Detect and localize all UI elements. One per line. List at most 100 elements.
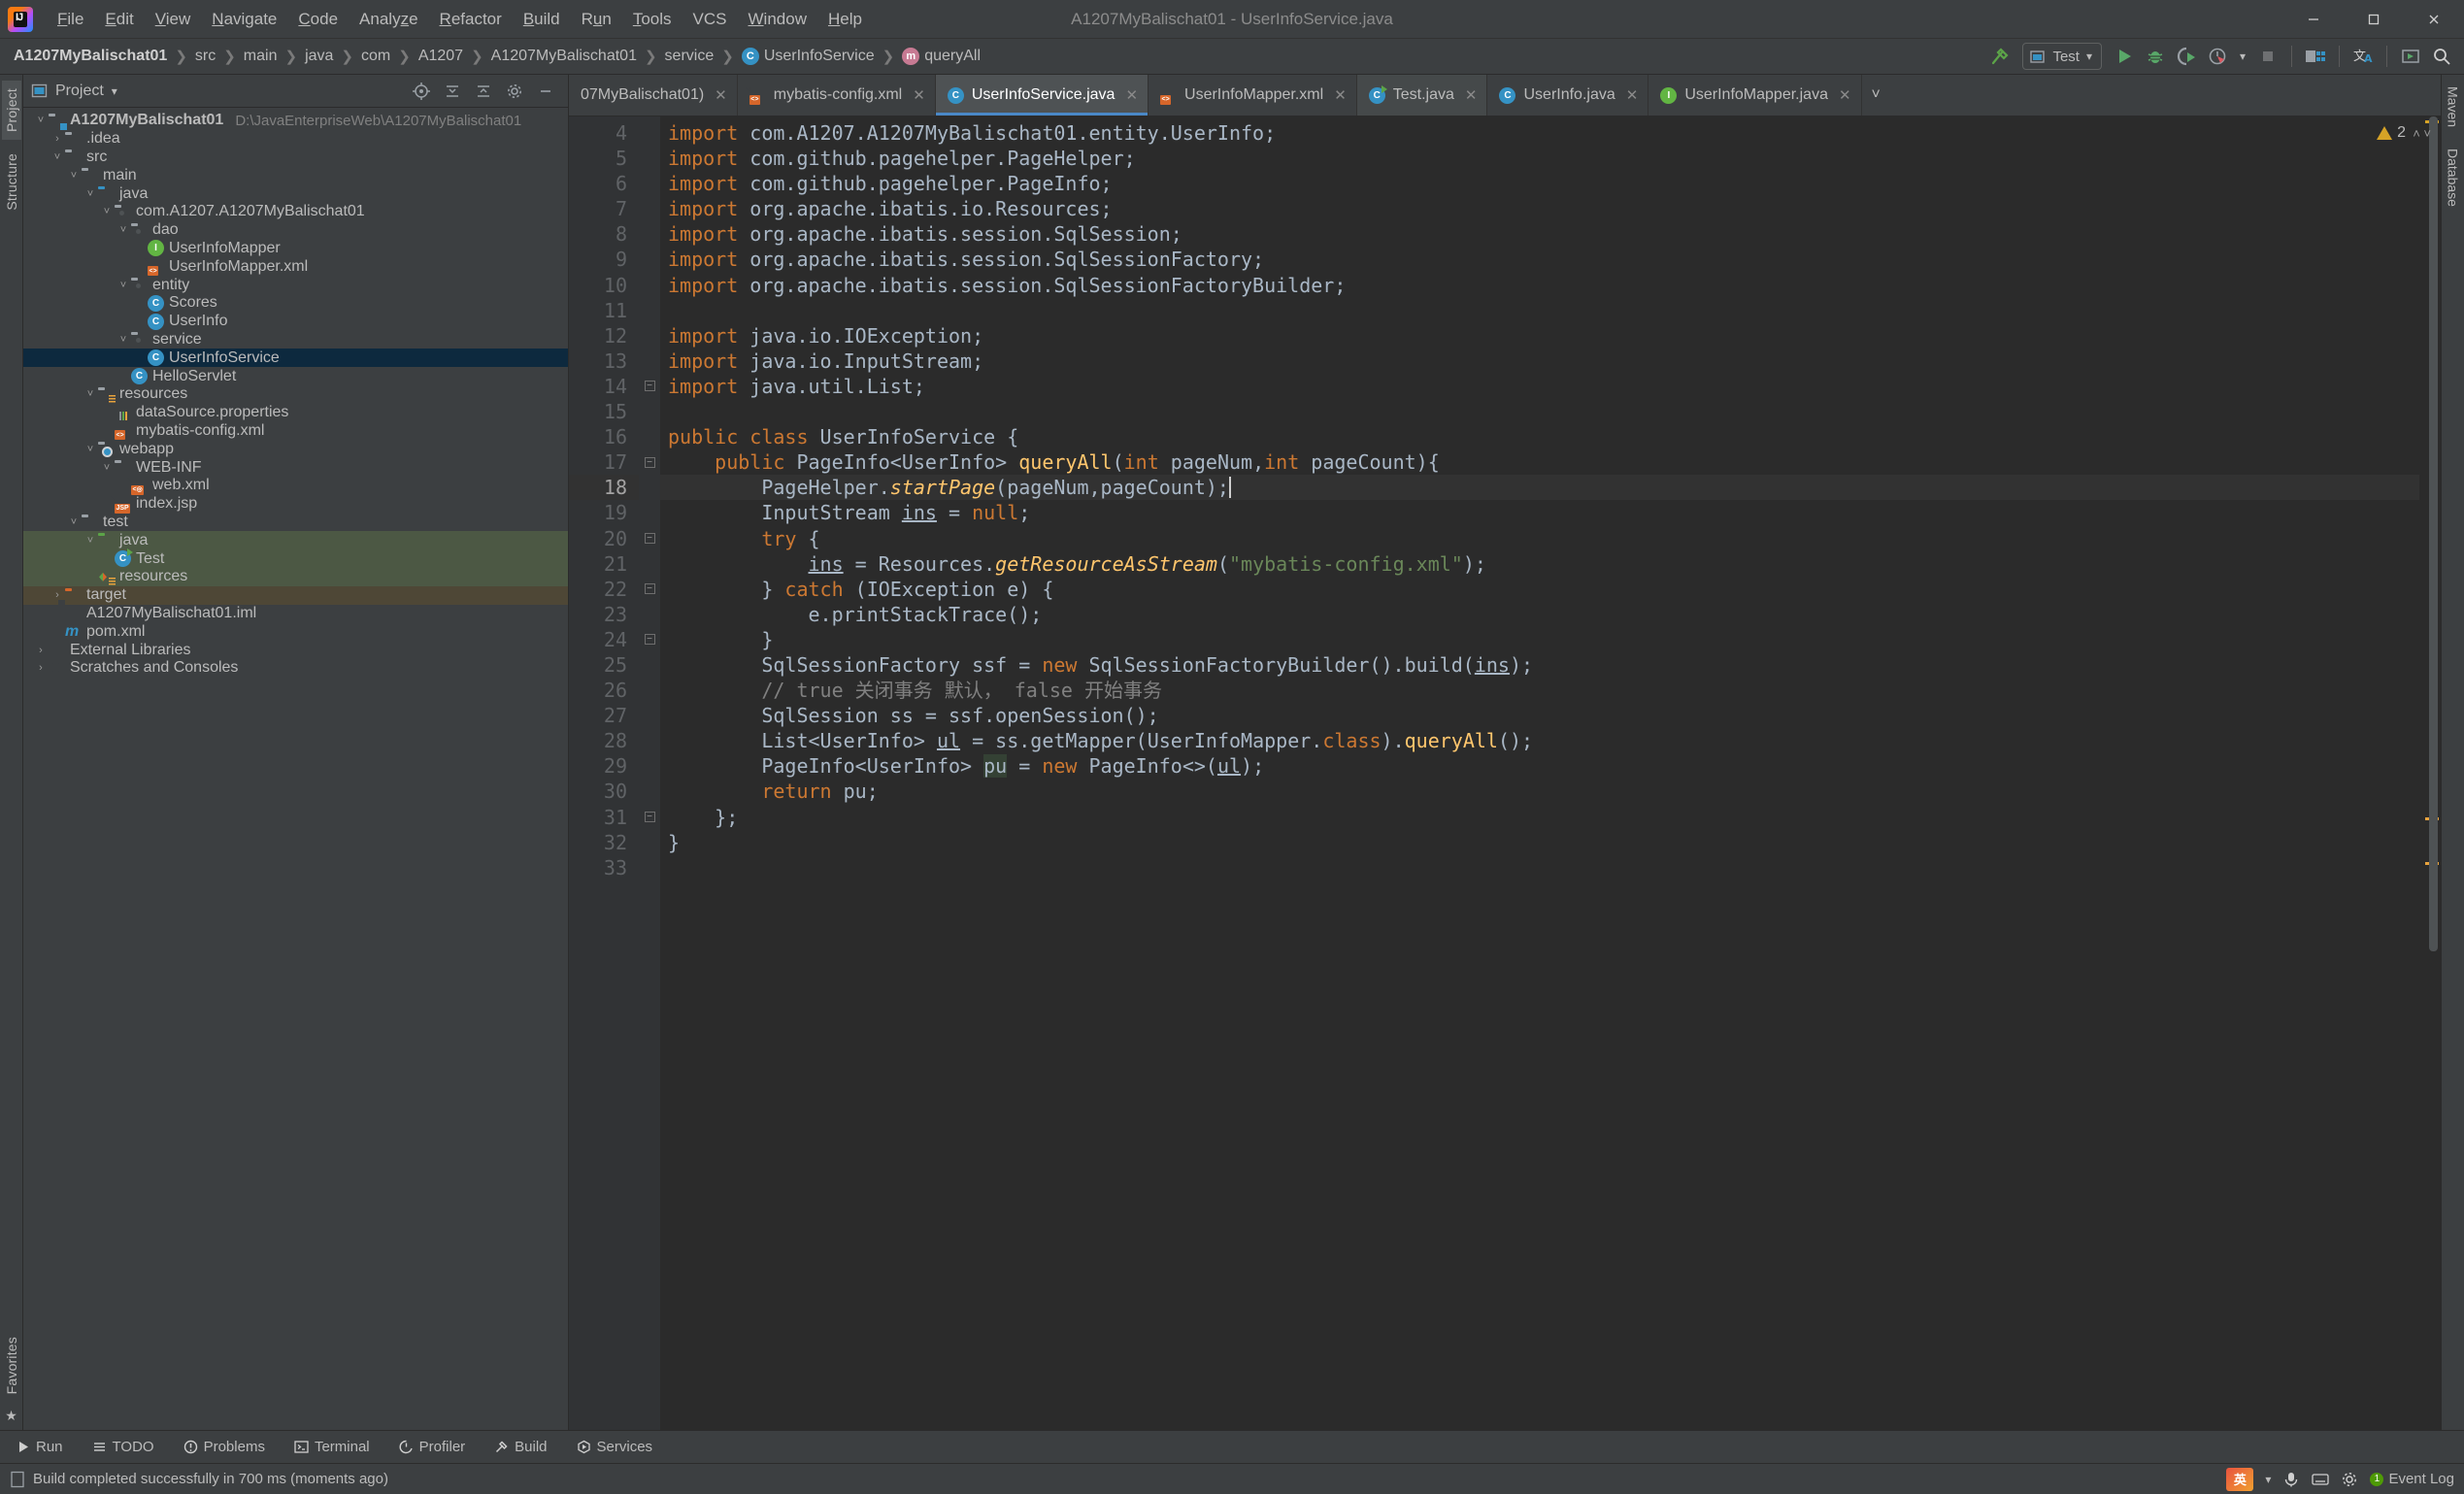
close-icon[interactable]: ✕ <box>913 86 925 104</box>
tree-item-target[interactable]: › target <box>23 585 568 605</box>
code-line[interactable]: public class UserInfoService { <box>660 424 2419 449</box>
menu-view[interactable]: View <box>145 5 202 34</box>
code-line[interactable]: ins = Resources.getResourceAsStream("myb… <box>660 551 2419 577</box>
tool-window-button-todo[interactable]: TODO <box>88 1437 158 1457</box>
code-line[interactable]: SqlSessionFactory ssf = new SqlSessionFa… <box>660 652 2419 678</box>
hide-icon[interactable] <box>531 78 560 105</box>
menu-analyze[interactable]: Analyze <box>349 5 429 34</box>
breadcrumb-item-class[interactable]: C UserInfoService <box>738 47 879 66</box>
run-configuration-selector[interactable]: Test ▾ <box>2022 43 2102 70</box>
line-number[interactable]: 33 <box>569 855 639 880</box>
line-number[interactable]: 12 <box>569 323 639 349</box>
code-line[interactable] <box>660 298 2419 323</box>
code-line[interactable]: import org.apache.ibatis.session.SqlSess… <box>660 221 2419 247</box>
tree-item-helloservlet[interactable]: C HelloServlet <box>23 367 568 385</box>
code-line[interactable]: import org.apache.ibatis.session.SqlSess… <box>660 273 2419 298</box>
collapse-all-icon[interactable] <box>469 78 498 105</box>
line-number[interactable]: 16 <box>569 424 639 449</box>
run-with-coverage-icon[interactable] <box>2172 43 2201 70</box>
editor-tab-userinfomapper-java[interactable]: I UserInfoMapper.java ✕ <box>1648 75 1862 116</box>
editor-tab-07mybalischat01[interactable]: 07MyBalischat01) ✕ <box>569 75 738 116</box>
code-line[interactable]: import com.github.pagehelper.PageHelper; <box>660 146 2419 171</box>
tree-item-test[interactable]: C Test <box>23 548 568 568</box>
menu-help[interactable]: Help <box>817 5 873 34</box>
chevron-down-icon[interactable]: ˅ <box>99 462 115 474</box>
tool-window-button-problems[interactable]: Problems <box>180 1437 269 1457</box>
line-number[interactable]: 32 <box>569 830 639 855</box>
tree-item-webapp[interactable]: ˅ webapp <box>23 440 568 458</box>
line-number[interactable]: 24 <box>569 627 639 652</box>
breadcrumb-item-method[interactable]: m queryAll <box>898 47 984 66</box>
debug-bug-icon[interactable] <box>2141 43 2170 70</box>
code-line[interactable]: } catch (IOException e) { <box>660 577 2419 602</box>
fold-collapse-icon[interactable]: − <box>639 805 660 830</box>
chevron-down-icon[interactable]: ˅ <box>83 188 98 200</box>
tree-item-scores[interactable]: C Scores <box>23 294 568 313</box>
tree-item-test[interactable]: ˅ test <box>23 514 568 532</box>
tool-window-button-build[interactable]: Build <box>490 1437 550 1457</box>
maximize-button[interactable] <box>2344 0 2404 39</box>
fold-collapse-icon[interactable]: − <box>639 374 660 399</box>
line-number[interactable]: 10 <box>569 273 639 298</box>
project-structure-icon[interactable] <box>2301 43 2330 70</box>
code-line[interactable]: PageHelper.startPage(pageNum,pageCount); <box>660 475 2419 501</box>
menu-run[interactable]: Run <box>571 5 622 34</box>
editor-tab-userinfo-java[interactable]: C UserInfo.java ✕ <box>1487 75 1649 116</box>
line-number[interactable]: 22 <box>569 577 639 602</box>
line-number[interactable]: 8 <box>569 221 639 247</box>
breadcrumb-item-service[interactable]: service <box>661 47 718 66</box>
breadcrumb-item-src[interactable]: src <box>191 47 219 66</box>
window-controls[interactable] <box>2283 0 2464 38</box>
close-icon[interactable]: ✕ <box>1334 86 1347 104</box>
run-play-icon[interactable] <box>2110 43 2139 70</box>
code-line[interactable]: import com.A1207.A1207MyBalischat01.enti… <box>660 120 2419 146</box>
tool-window-button-run[interactable]: Run <box>12 1437 67 1457</box>
tree-item-web-inf[interactable]: ˅ WEB-INF <box>23 458 568 477</box>
breadcrumb-item-com[interactable]: com <box>357 47 394 66</box>
tree-item-web-xml[interactable]: <◎ web.xml <box>23 477 568 495</box>
chevron-down-icon[interactable]: ˅ <box>66 516 82 528</box>
settings-gear-icon[interactable] <box>500 78 529 105</box>
tree-item-a1207mybalischat01-iml[interactable]: A1207MyBalischat01.iml <box>23 605 568 623</box>
line-number[interactable]: 28 <box>569 728 639 753</box>
ime-indicator[interactable]: 英 <box>2226 1467 2254 1491</box>
code-line[interactable]: } <box>660 627 2419 652</box>
menu-window[interactable]: Window <box>738 5 817 34</box>
editor-tab-test-java[interactable]: C Test.java ✕ <box>1356 75 1488 116</box>
line-number[interactable]: 13 <box>569 349 639 374</box>
settings-gear-icon[interactable] <box>2341 1471 2358 1488</box>
code-line[interactable]: import java.util.List; <box>660 374 2419 399</box>
code-line[interactable] <box>660 855 2419 880</box>
chevron-down-icon[interactable]: ˅ <box>83 444 98 455</box>
tree-item-java[interactable]: ˅ java <box>23 531 568 550</box>
right-tool-window-rail[interactable]: Maven Database <box>2441 75 2464 1430</box>
tree-item-userinfomapper-xml[interactable]: <> UserInfoMapper.xml <box>23 257 568 277</box>
menu-refactor[interactable]: Refactor <box>429 5 513 34</box>
tool-window-button-terminal[interactable]: Terminal <box>290 1437 374 1457</box>
editor-tab-mybatis-config-xml[interactable]: <> mybatis-config.xml ✕ <box>738 75 936 116</box>
fold-collapse-icon[interactable]: − <box>639 449 660 475</box>
tree-item-entity[interactable]: ˅ entity <box>23 276 568 294</box>
code-editor[interactable]: import com.A1207.A1207MyBalischat01.enti… <box>660 116 2419 1430</box>
tree-item-com-a1207-a1207mybalischat01[interactable]: ˅ com.A1207.A1207MyBalischat01 <box>23 203 568 221</box>
rail-button-project[interactable]: Project <box>1 81 21 140</box>
tree-item-datasource-properties[interactable]: dataSource.properties <box>23 404 568 422</box>
breadcrumb[interactable]: A1207MyBalischat01 ❯ src ❯ main ❯ java ❯… <box>10 47 984 66</box>
menu-code[interactable]: Code <box>287 5 349 34</box>
rail-button-structure[interactable]: Structure <box>2 146 21 218</box>
tree-item-userinfoservice[interactable]: C UserInfoService <box>23 349 568 368</box>
chevron-down-icon[interactable]: ˅ <box>116 280 131 291</box>
chevron-down-icon[interactable]: ˅ <box>33 115 49 126</box>
breadcrumb-item-java[interactable]: java <box>301 47 337 66</box>
code-line[interactable]: return pu; <box>660 779 2419 804</box>
editor-tab-userinfomapper-xml[interactable]: <> UserInfoMapper.xml ✕ <box>1149 75 1357 116</box>
tree-item-resources[interactable]: resources <box>23 567 568 586</box>
left-tool-window-rail[interactable]: Project Structure Favorites ★ <box>0 75 23 1430</box>
line-number[interactable]: 4 <box>569 120 639 146</box>
tree-item-a1207mybalischat01[interactable]: ˅ A1207MyBalischat01 D:\JavaEnterpriseWeb\… <box>23 112 568 130</box>
line-number[interactable]: 27 <box>569 703 639 728</box>
code-line[interactable]: // true 关闭事务 默认， false 开始事务 <box>660 678 2419 703</box>
chevron-right-icon[interactable]: › <box>50 133 65 145</box>
tree-item-service[interactable]: ˅ service <box>23 331 568 349</box>
tool-window-button-profiler[interactable]: Profiler <box>395 1437 470 1457</box>
